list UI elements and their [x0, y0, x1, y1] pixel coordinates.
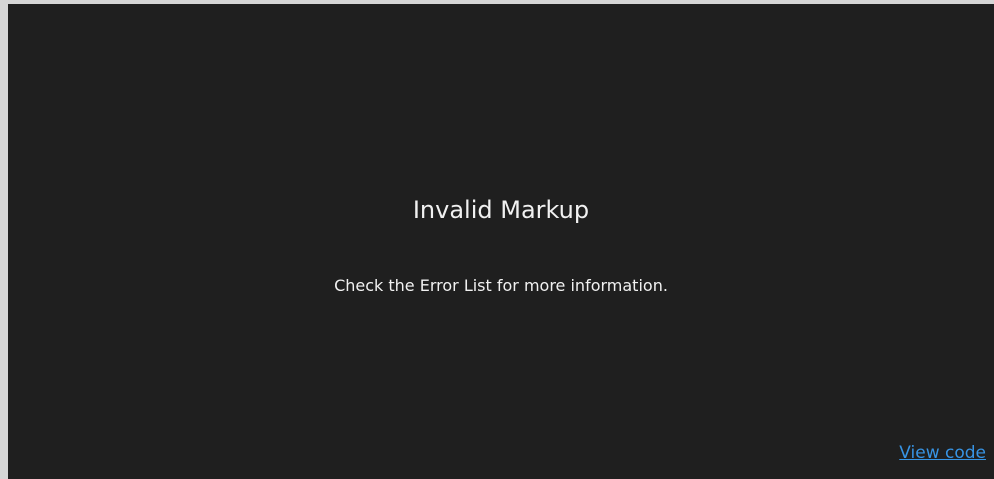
view-code-link[interactable]: View code — [899, 441, 986, 465]
error-title: Invalid Markup — [412, 196, 590, 224]
error-subtitle: Check the Error List for more informatio… — [334, 276, 668, 295]
designer-frame: Invalid Markup Check the Error List for … — [0, 0, 994, 479]
design-surface-error-panel: Invalid Markup Check the Error List for … — [8, 4, 994, 479]
